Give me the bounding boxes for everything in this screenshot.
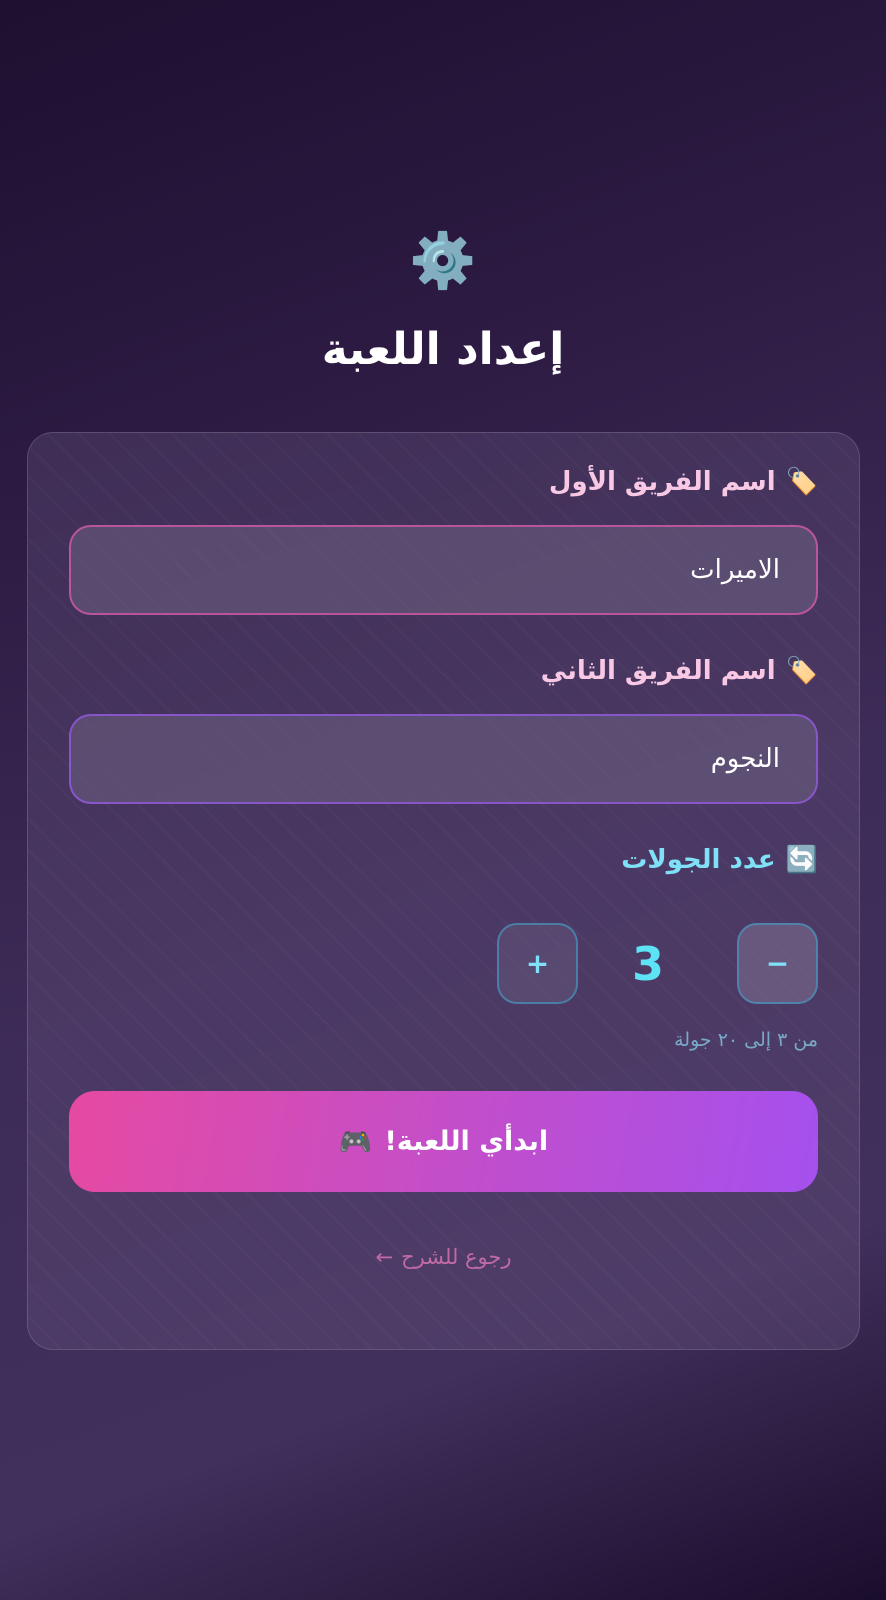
rounds-range-hint: من ٣ إلى ٢٠ جولة xyxy=(674,1029,818,1051)
rounds-label-text: عدد الجولات xyxy=(621,845,776,875)
team2-label-text: اسم الفريق الثاني xyxy=(540,656,776,686)
page-title: إعداد اللعبة xyxy=(321,324,565,375)
rounds-count: 3 xyxy=(632,936,665,991)
back-to-instructions-link[interactable]: رجوع للشرح ← xyxy=(28,1245,859,1269)
team2-label: 🏷️ اسم الفريق الثاني xyxy=(541,656,818,686)
refresh-icon: 🔄 xyxy=(785,845,818,875)
team1-label-text: اسم الفريق الأول xyxy=(548,467,776,497)
gamepad-icon: 🎮 xyxy=(338,1126,373,1158)
tag-icon: 🏷️ xyxy=(785,467,818,497)
back-link-label: رجوع للشرح xyxy=(401,1245,512,1269)
tag-icon: 🏷️ xyxy=(785,656,818,686)
decrease-rounds-button[interactable]: − xyxy=(737,923,818,1004)
team1-name-input[interactable] xyxy=(69,525,818,615)
gear-icon: ⚙️ xyxy=(409,229,477,292)
setup-card: 🏷️ اسم الفريق الأول 🏷️ اسم الفريق الثاني… xyxy=(27,432,860,1350)
increase-rounds-button[interactable]: + xyxy=(497,923,578,1004)
team1-label: 🏷️ اسم الفريق الأول xyxy=(549,467,818,497)
rounds-label: 🔄 عدد الجولات xyxy=(621,845,818,875)
team2-name-input[interactable] xyxy=(69,714,818,804)
start-game-button[interactable]: ابدأي اللعبة! 🎮 xyxy=(69,1091,818,1192)
start-game-label: ابدأي اللعبة! xyxy=(384,1126,549,1157)
arrow-left-icon: ← xyxy=(375,1245,394,1269)
